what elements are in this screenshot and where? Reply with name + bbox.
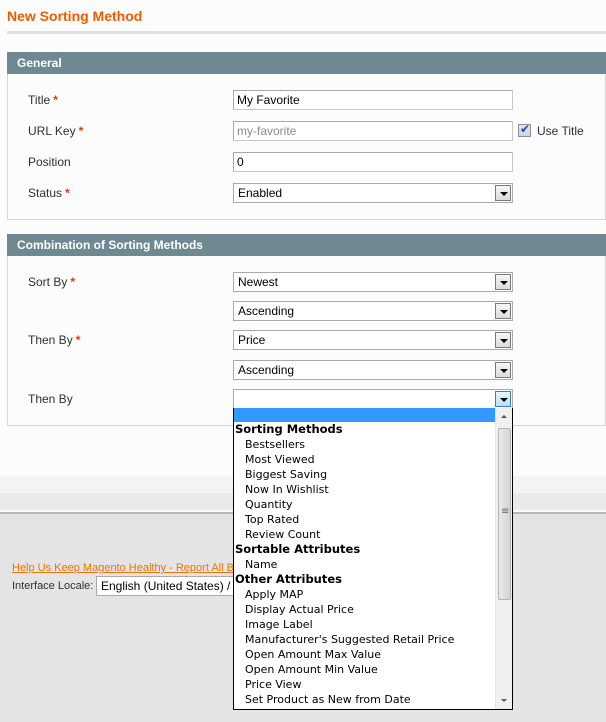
required-marker: * [70, 275, 76, 289]
required-marker: * [78, 124, 84, 138]
title-divider [7, 31, 606, 34]
dropdown-scrollbar[interactable] [495, 408, 512, 709]
title-label: Title * [28, 93, 58, 107]
page-title: New Sorting Method [7, 8, 143, 24]
dropdown-option[interactable]: Manufacturer's Suggested Retail Price [234, 632, 495, 647]
dropdown-option[interactable]: Bestsellers [234, 437, 495, 452]
required-marker: * [75, 333, 81, 347]
then-by-label: Then By * [28, 333, 81, 347]
then-by-direction-value: Ascending [238, 363, 295, 377]
position-label: Position [28, 155, 71, 169]
dropdown-option-empty-selected[interactable] [234, 408, 495, 422]
dropdown-option[interactable]: Biggest Saving [234, 467, 495, 482]
status-label: Status * [28, 186, 70, 200]
dropdown-option[interactable]: Review Count [234, 527, 495, 542]
then-by-select-value: Price [238, 333, 266, 347]
dropdown-option[interactable]: Apply MAP [234, 587, 495, 602]
sort-by-select-value: Newest [238, 275, 279, 289]
combination-section-header: Combination of Sorting Methods [7, 234, 606, 256]
url-key-input[interactable] [233, 121, 513, 141]
then-by-dropdown-list[interactable]: Sorting Methods Bestsellers Most Viewed Big… [233, 408, 513, 710]
dropdown-group-label: Sortable Attributes [235, 542, 361, 556]
sort-by-direction-select[interactable]: Ascending [233, 301, 513, 321]
dropdown-option[interactable]: Now In Wishlist [234, 482, 495, 497]
chevron-down-icon[interactable] [495, 332, 511, 348]
chevron-down-icon[interactable] [495, 391, 511, 407]
then-by-select[interactable]: Price [233, 330, 513, 350]
then-by-2-select[interactable] [233, 389, 513, 409]
sort-by-select[interactable]: Newest [233, 272, 513, 292]
url-key-label: URL Key * [28, 124, 84, 138]
dropdown-options: Sorting Methods Bestsellers Most Viewed Big… [234, 408, 495, 707]
chevron-down-icon[interactable] [495, 185, 511, 201]
dropdown-option[interactable]: Quantity [234, 497, 495, 512]
then-by-direction-select[interactable]: Ascending [233, 360, 513, 380]
title-input[interactable] [233, 90, 513, 110]
dropdown-option[interactable]: Display Actual Price [234, 602, 495, 617]
chevron-down-icon[interactable] [495, 303, 511, 319]
dropdown-option[interactable]: Name [234, 557, 495, 572]
use-title-label[interactable]: Use Title [537, 124, 584, 138]
dropdown-option[interactable]: Set Product as New from Date [234, 692, 495, 707]
report-bugs-link[interactable]: Help Us Keep Magento Healthy - Report Al… [12, 562, 252, 574]
scroll-thumb[interactable] [498, 428, 511, 600]
interface-locale-label: Interface Locale: [12, 580, 94, 592]
status-select[interactable]: Enabled [233, 183, 513, 203]
dropdown-option[interactable]: Top Rated [234, 512, 495, 527]
sort-by-direction-value: Ascending [238, 304, 295, 318]
dropdown-option[interactable]: Open Amount Max Value [234, 647, 495, 662]
general-section-header: General [7, 52, 606, 74]
chevron-down-icon[interactable] [495, 274, 511, 290]
dropdown-option[interactable]: Open Amount Min Value [234, 662, 495, 677]
scroll-down-arrow-icon[interactable] [496, 692, 512, 709]
dropdown-group-label: Other Attributes [235, 572, 343, 586]
required-marker: * [53, 93, 58, 107]
interface-locale-select[interactable]: English (United States) / English (Unite… [96, 576, 256, 596]
dropdown-option[interactable]: Price View [234, 677, 495, 692]
dropdown-option[interactable]: Image Label [234, 617, 495, 632]
scroll-up-arrow-icon[interactable] [496, 408, 512, 425]
dropdown-option[interactable]: Most Viewed [234, 452, 495, 467]
sort-by-label: Sort By * [28, 275, 76, 289]
position-input[interactable] [233, 152, 513, 172]
then-by-2-label: Then By [28, 392, 73, 406]
use-title-checkbox[interactable] [518, 122, 531, 137]
dropdown-group-label: Sorting Methods [235, 422, 343, 436]
chevron-down-icon[interactable] [495, 362, 511, 378]
required-marker: * [65, 186, 70, 200]
status-select-value: Enabled [238, 186, 283, 200]
